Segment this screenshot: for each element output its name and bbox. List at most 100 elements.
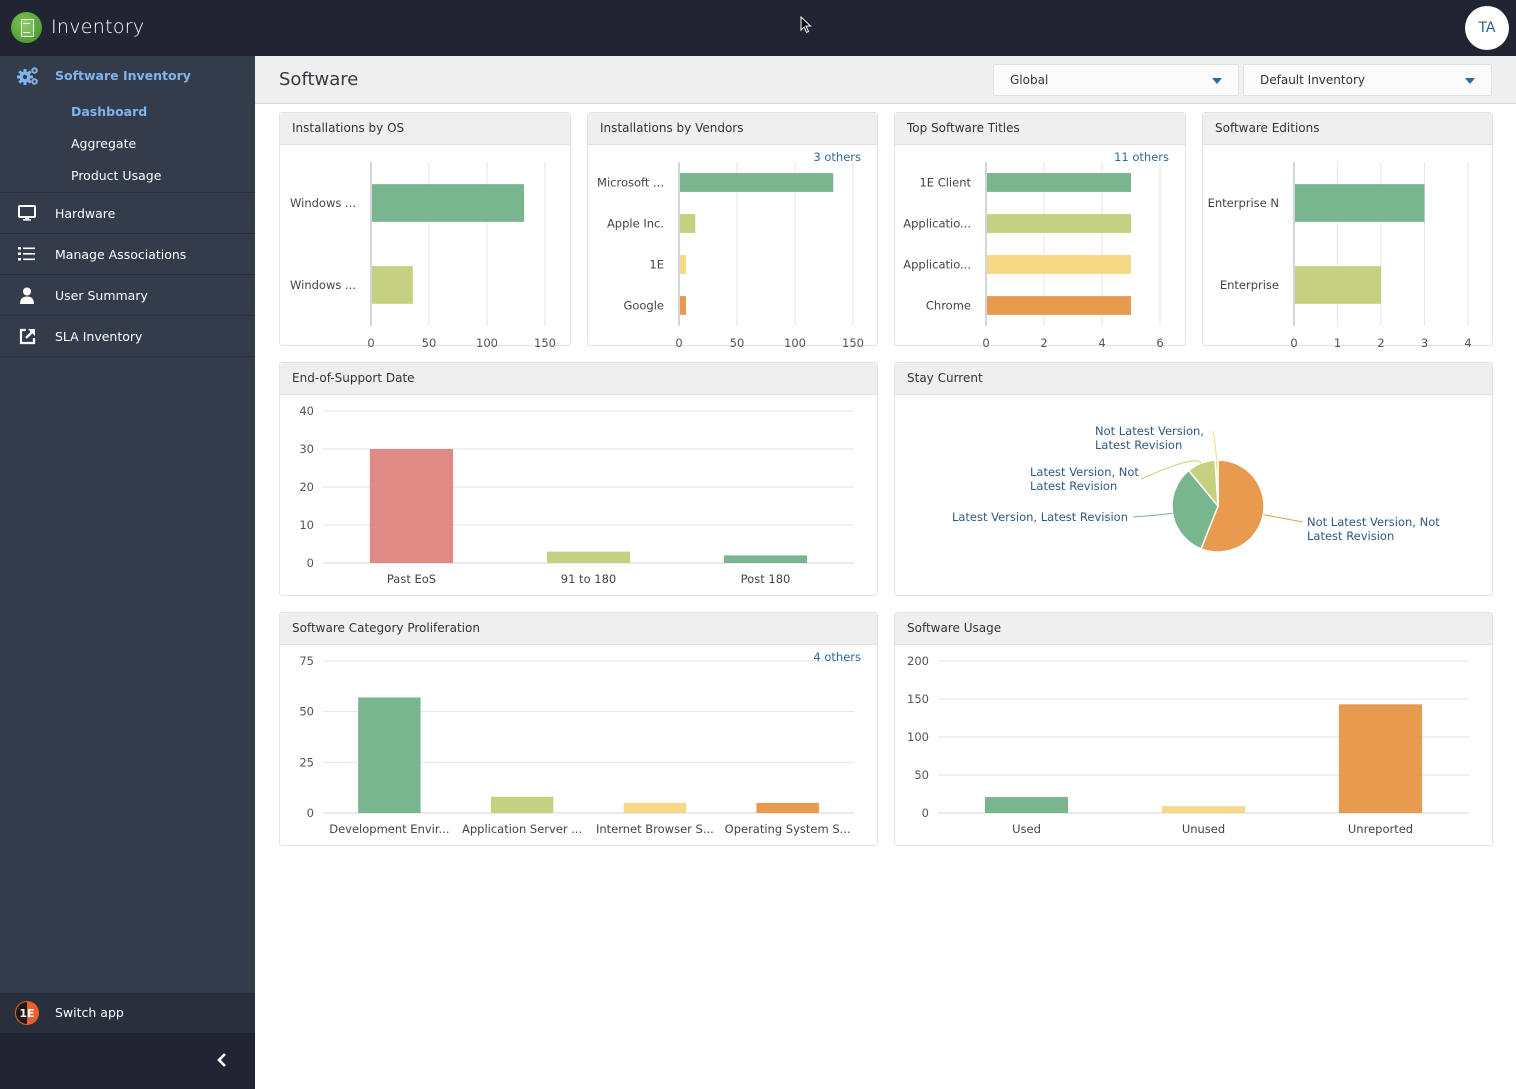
panel-title: Top Software Titles (907, 121, 1020, 135)
bar (987, 214, 1131, 233)
x-tick-label: 0 (982, 336, 989, 347)
page-header: Software Global Default Inventory (255, 56, 1516, 104)
sidebar-subitem-dashboard[interactable]: Dashboard (71, 104, 147, 119)
app-title: Inventory (51, 16, 145, 38)
sidebar-item-label: User Summary (55, 287, 148, 303)
y-tick-label: 50 (299, 705, 314, 719)
sidebar-subitem-product-usage[interactable]: Product Usage (71, 168, 161, 183)
bar (372, 266, 413, 304)
others-link[interactable]: 4 others (813, 650, 861, 664)
category-label: Google (623, 299, 664, 313)
bar (369, 449, 454, 563)
y-tick-label: 20 (299, 480, 314, 494)
x-tick-label: 1 (1334, 336, 1341, 347)
panel-software-editions: Software Editions 0 1 2 3 4 Enterprise N Enter… (1202, 112, 1493, 347)
y-tick-label: 25 (299, 755, 314, 769)
x-tick-label: 4 (1098, 336, 1105, 347)
inventory-select[interactable]: Default Inventory (1243, 64, 1492, 96)
pie-label: Latest Revision (1095, 438, 1182, 452)
sidebar-footer (0, 1033, 255, 1089)
bar (680, 173, 834, 192)
category-label: 91 to 180 (561, 572, 616, 586)
bar (1295, 266, 1381, 304)
bar (723, 555, 808, 563)
sidebar-item-label: SLA Inventory (55, 328, 143, 344)
panel-installations-by-os: Installations by OS 0 50 100 150 Windows ...… (279, 112, 571, 347)
y-tick-label: 100 (907, 730, 929, 744)
scope-select-value: Global (1010, 73, 1049, 87)
sidebar-subitem-aggregate[interactable]: Aggregate (71, 136, 136, 151)
scope-select[interactable]: Global (993, 64, 1239, 96)
y-tick-label: 40 (299, 404, 314, 418)
ordered-list-icon (17, 244, 37, 264)
chart-software-usage: 0 50 100 150 200 Used Unused Unreported (907, 654, 1469, 836)
x-tick-label: 50 (422, 336, 437, 347)
y-tick-label: 200 (907, 654, 929, 668)
pie-label: Latest Revision (1030, 479, 1117, 493)
y-tick-label: 30 (299, 442, 314, 456)
chart-installations-by-vendors: 0 50 100 150 Microsoft ... Apple Inc. 1E Google (597, 162, 864, 347)
panel-title: Software Editions (1215, 121, 1320, 135)
bar (1161, 806, 1246, 813)
panel-title: End-of-Support Date (292, 371, 415, 385)
panel-software-category-proliferation: Software Category Proliferation 0 25 50 75 D… (279, 612, 878, 846)
x-tick-label: 2 (1040, 336, 1047, 347)
panel-top-software-titles: Top Software Titles 0 2 4 6 1E Client Applica… (894, 112, 1186, 347)
panel-end-of-support-date: End-of-Support Date 0 10 20 30 40 Past EoS 91 … (279, 362, 878, 596)
category-label: Enterprise (1220, 278, 1279, 292)
category-label: Used (1012, 822, 1041, 836)
chevron-left-icon[interactable] (216, 1051, 228, 1072)
sidebar-item-software-inventory[interactable]: Software Inventory (55, 68, 191, 83)
category-label: Chrome (926, 299, 971, 313)
x-tick-label: 0 (675, 336, 682, 347)
leader-line (1132, 512, 1173, 518)
bar (1338, 704, 1423, 813)
x-tick-label: 6 (1156, 336, 1163, 347)
bar (987, 296, 1131, 315)
bar (623, 802, 687, 813)
category-label: Apple Inc. (607, 217, 664, 231)
sidebar-item-user-summary[interactable]: User Summary (0, 275, 255, 316)
external-link-icon (17, 326, 37, 346)
bar (987, 255, 1131, 274)
leader-line (1263, 514, 1304, 523)
user-avatar[interactable]: TA (1465, 6, 1509, 50)
panel-title: Installations by OS (292, 121, 405, 135)
sidebar-item-hardware[interactable]: Hardware (0, 193, 255, 234)
caret-down-icon (1212, 78, 1222, 84)
bar (756, 802, 819, 813)
y-tick-label: 10 (299, 518, 314, 532)
switch-app-button[interactable]: 1E Switch app (0, 993, 255, 1033)
category-label: Development Envir... (329, 822, 449, 836)
chart-software-category-proliferation: 0 25 50 75 Development Envir... Application S… (299, 654, 854, 836)
bar (1295, 184, 1425, 222)
others-link[interactable]: 11 others (1114, 150, 1169, 164)
panel-title: Software Usage (907, 621, 1002, 635)
category-label: Windows ... (290, 278, 356, 292)
category-label: Post 180 (741, 572, 791, 586)
leader-line (1212, 430, 1218, 461)
pie-label: Not Latest Version, Not (1307, 515, 1440, 529)
bar (490, 796, 554, 813)
1e-logo-icon: 1E (15, 1001, 39, 1025)
x-tick-label: 150 (842, 336, 864, 347)
category-label: Applicatio... (903, 258, 971, 272)
sidebar-item-label: Manage Associations (55, 246, 187, 262)
sidebar: Software Inventory Dashboard Aggregate P… (0, 56, 255, 1089)
y-tick-label: 0 (922, 806, 929, 820)
category-label: 1E Client (919, 176, 971, 190)
sidebar-item-sla-inventory[interactable]: SLA Inventory (0, 316, 255, 357)
category-label: Internet Browser S... (596, 822, 714, 836)
bar (372, 184, 525, 222)
x-tick-label: 0 (1290, 336, 1297, 347)
category-label: 1E (649, 258, 664, 272)
bar (680, 255, 686, 274)
bar (546, 551, 631, 563)
y-tick-label: 150 (907, 692, 929, 706)
user-icon (17, 285, 37, 305)
sidebar-item-manage-associations[interactable]: Manage Associations (0, 234, 255, 275)
y-tick-label: 50 (914, 768, 929, 782)
category-label: Operating System S... (725, 822, 851, 836)
panel-stay-current: Stay Current Not Latest Version, Not Late… (894, 362, 1493, 596)
others-link[interactable]: 3 others (813, 150, 861, 164)
